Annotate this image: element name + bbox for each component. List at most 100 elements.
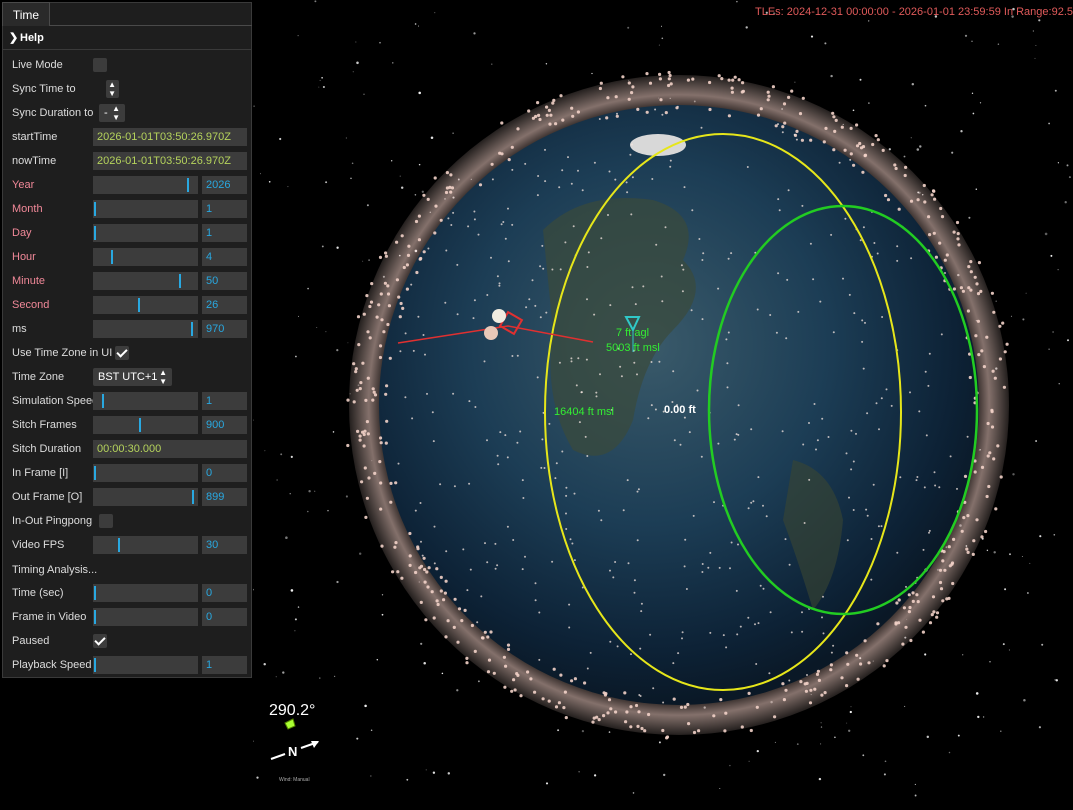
- video-fps-input[interactable]: 30: [202, 536, 247, 554]
- satellite-dot: [996, 444, 1000, 448]
- live-mode-checkbox[interactable]: [93, 58, 107, 72]
- time-sec-slider[interactable]: [93, 584, 198, 602]
- slider-thumb[interactable]: [179, 274, 181, 288]
- chevron-right-icon: ❯: [9, 32, 19, 44]
- satellite-dot: [624, 720, 628, 724]
- satellite-dot: [567, 156, 569, 159]
- star-dot: [557, 729, 560, 732]
- satellite-dot: [767, 94, 771, 98]
- playback-speed-slider[interactable]: [93, 656, 198, 674]
- start-time-field[interactable]: 2026-01-01T03:50:26.970Z: [93, 128, 247, 146]
- satellite-dot: [361, 361, 365, 365]
- ms-slider[interactable]: [93, 320, 198, 338]
- sync-time-select[interactable]: ▲ ▼: [106, 80, 119, 98]
- time-zone-select[interactable]: BST UTC+1 ▲ ▼: [93, 368, 172, 386]
- satellite-dot: [476, 621, 479, 624]
- help-section-toggle[interactable]: ❯ Help: [3, 27, 251, 50]
- now-time-field[interactable]: 2026-01-01T03:50:26.970Z: [93, 152, 247, 170]
- slider-thumb[interactable]: [118, 538, 120, 552]
- star-dot: [1009, 553, 1011, 556]
- out-frame-input[interactable]: 899: [202, 488, 247, 506]
- satellite-dot: [386, 322, 390, 327]
- simulation-speed-input[interactable]: 1: [202, 392, 247, 410]
- slider-thumb[interactable]: [187, 178, 189, 192]
- day-input[interactable]: 1: [202, 224, 247, 242]
- use-time-zone-row: Use Time Zone in UI: [3, 342, 251, 364]
- slider-thumb[interactable]: [102, 394, 104, 408]
- star-dot: [971, 40, 973, 42]
- satellite-dot: [930, 613, 934, 617]
- tab-time[interactable]: Time: [2, 2, 50, 26]
- satellite-dot: [526, 670, 530, 674]
- in-frame-input[interactable]: 0: [202, 464, 247, 482]
- satellite-dot: [496, 275, 499, 278]
- sitch-frames-slider[interactable]: [93, 416, 198, 434]
- satellite-dot: [762, 587, 765, 590]
- satellite-dot: [940, 215, 945, 219]
- simulation-speed-slider[interactable]: [93, 392, 198, 410]
- second-slider[interactable]: [93, 296, 198, 314]
- satellite-dot: [346, 443, 350, 448]
- satellite-dot: [504, 664, 508, 668]
- satellite-dot: [573, 677, 577, 681]
- time-zone-label: Time Zone: [12, 371, 65, 383]
- year-input[interactable]: 2026: [202, 176, 247, 194]
- star-dot: [1038, 726, 1041, 729]
- slider-thumb[interactable]: [94, 466, 96, 480]
- star-dot: [910, 137, 912, 139]
- star-dot: [995, 300, 997, 302]
- year-slider[interactable]: [93, 176, 198, 194]
- satellite-dot: [827, 436, 830, 438]
- satellite-dot: [387, 304, 391, 308]
- in-out-pingpong-checkbox[interactable]: [99, 514, 113, 528]
- satellite-dot: [924, 370, 927, 373]
- satellite-dot: [366, 432, 370, 436]
- day-slider[interactable]: [93, 224, 198, 242]
- slider-thumb[interactable]: [191, 322, 193, 336]
- hour-slider[interactable]: [93, 248, 198, 266]
- sitch-frames-input[interactable]: 900: [202, 416, 247, 434]
- time-sec-input[interactable]: 0: [202, 584, 247, 602]
- satellite-dot: [852, 163, 856, 167]
- slider-thumb[interactable]: [138, 298, 140, 312]
- slider-thumb[interactable]: [94, 226, 96, 240]
- timing-analysis-button[interactable]: Timing Analysis...: [12, 559, 97, 581]
- globe-viewport[interactable]: TLEs: 2024-12-31 00:00:00 - 2026-01-01 2…: [252, 0, 1073, 805]
- satellite-dot: [373, 471, 377, 475]
- month-input[interactable]: 1: [202, 200, 247, 218]
- out-frame-slider[interactable]: [93, 488, 198, 506]
- hour-input[interactable]: 4: [202, 248, 247, 266]
- satellite-dot: [405, 287, 409, 291]
- sitch-duration-field[interactable]: 00:00:30.000: [93, 440, 247, 458]
- slider-thumb[interactable]: [192, 490, 194, 504]
- slider-thumb[interactable]: [139, 418, 141, 432]
- slider-thumb[interactable]: [111, 250, 113, 264]
- satellite-dot: [473, 210, 476, 213]
- frame-in-video-input[interactable]: 0: [202, 608, 247, 626]
- slider-thumb[interactable]: [94, 202, 96, 216]
- in-frame-slider[interactable]: [93, 464, 198, 482]
- satellite-dot: [559, 673, 563, 677]
- playback-speed-input[interactable]: 1: [202, 656, 247, 674]
- satellite-dot: [426, 392, 428, 395]
- satellite-dot: [647, 712, 651, 717]
- satellite-dot: [813, 403, 816, 405]
- sync-duration-select[interactable]: - ▲ ▼: [99, 104, 125, 122]
- satellite-dot: [636, 107, 640, 111]
- video-fps-slider[interactable]: [93, 536, 198, 554]
- slider-thumb[interactable]: [94, 586, 96, 600]
- satellite-dot: [425, 570, 429, 574]
- slider-thumb[interactable]: [94, 610, 96, 624]
- minute-slider[interactable]: [93, 272, 198, 290]
- frame-in-video-slider[interactable]: [93, 608, 198, 626]
- minute-input[interactable]: 50: [202, 272, 247, 290]
- second-input[interactable]: 26: [202, 296, 247, 314]
- timing-analysis-row[interactable]: Timing Analysis...: [3, 559, 251, 581]
- slider-thumb[interactable]: [94, 658, 96, 672]
- paused-checkbox[interactable]: [93, 634, 107, 648]
- satellite-dot: [541, 697, 545, 701]
- star-dot: [663, 773, 666, 777]
- ms-input[interactable]: 970: [202, 320, 247, 338]
- use-time-zone-checkbox[interactable]: [115, 346, 129, 360]
- month-slider[interactable]: [93, 200, 198, 218]
